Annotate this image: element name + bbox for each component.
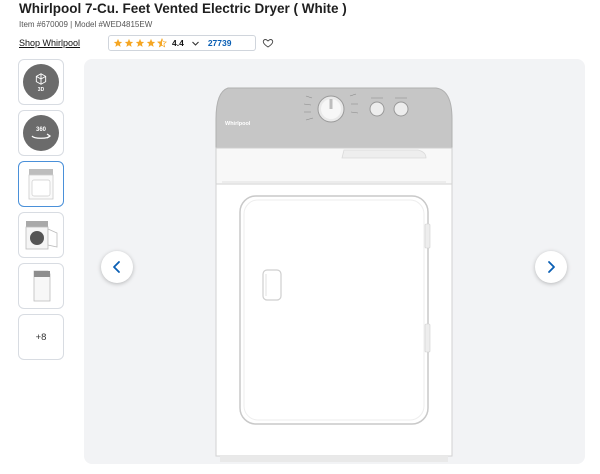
thumbnail-side-view[interactable]	[18, 263, 64, 309]
star-icon	[124, 38, 134, 47]
more-images-count: +8	[35, 331, 47, 343]
chevron-right-icon	[548, 261, 555, 273]
chevron-down-icon[interactable]	[191, 39, 200, 48]
heart-outline-icon[interactable]	[262, 37, 274, 49]
thumbnail-360[interactable]: 360	[18, 110, 64, 156]
previous-image-button[interactable]	[101, 251, 133, 283]
dryer-thumbnail-image	[28, 169, 54, 200]
dryer-open-thumbnail-image	[25, 221, 58, 250]
star-icon	[146, 38, 156, 47]
star-half-icon	[157, 38, 167, 48]
thumbnail-3d-label: 3D	[37, 86, 45, 93]
shop-brand-link[interactable]: Shop Whirlpool	[19, 38, 80, 48]
thumbnail-more[interactable]: +8	[18, 314, 64, 360]
thumbnail-front-view[interactable]	[18, 161, 64, 207]
star-icon	[135, 38, 145, 47]
thumbnail-3d[interactable]: 3D	[18, 59, 64, 105]
next-image-button[interactable]	[535, 251, 567, 283]
star-icon	[113, 38, 123, 47]
dryer-main-image: Whirlpool	[215, 87, 453, 462]
rating-summary[interactable]: 4.4 27739	[108, 35, 256, 51]
product-title: Whirlpool 7-Cu. Feet Vented Electric Dry…	[19, 1, 347, 16]
cube-3d-icon: 3D	[23, 64, 59, 100]
main-image-viewer[interactable]: Whirlpool	[84, 59, 585, 464]
review-count[interactable]: 27739	[208, 38, 232, 48]
item-model-number: Item #670009 | Model #WED4815EW	[19, 20, 153, 29]
thumbnail-door-open[interactable]	[18, 212, 64, 258]
dryer-side-thumbnail-image	[33, 270, 51, 302]
rotate-360-icon: 360	[23, 115, 59, 151]
appliance-brand-logo: Whirlpool	[225, 121, 251, 127]
star-rating	[113, 38, 167, 48]
rating-value: 4.4	[172, 38, 184, 48]
chevron-left-icon	[113, 261, 120, 273]
